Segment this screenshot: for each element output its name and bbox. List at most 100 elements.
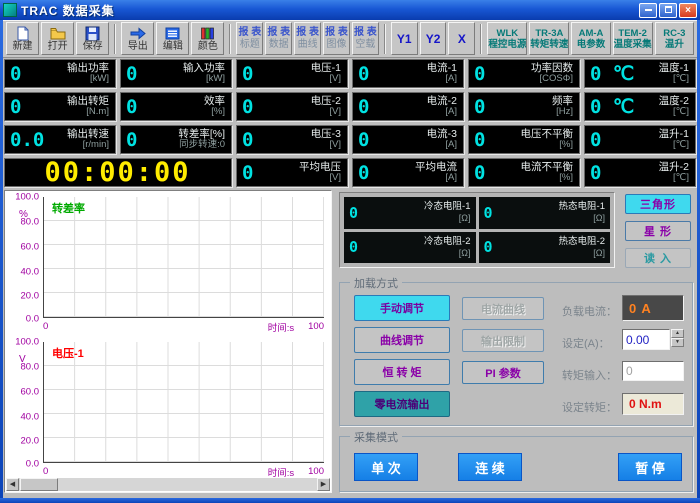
meter-label: 热态电阻-1 [559, 202, 605, 213]
chart-horizontal-scrollbar[interactable]: ◀ ▶ [6, 478, 330, 491]
report-curve-button[interactable]: 报 表 曲线 [294, 22, 321, 55]
close-button[interactable]: × [679, 3, 697, 18]
save-icon [85, 26, 100, 41]
meter-unit: [N.m] [67, 107, 109, 118]
meter-value: 0 [590, 129, 601, 151]
delta-button[interactable]: 三角形 [625, 194, 691, 214]
torque-input-field[interactable] [622, 361, 684, 381]
axis-y2-button[interactable]: Y2 [420, 22, 447, 55]
group-title: 采集模式 [350, 429, 402, 445]
spinner-down-icon[interactable]: ▼ [671, 338, 684, 347]
meter-output-torque: 0输出转矩[N.m] [4, 92, 116, 121]
meter-value: 0 [484, 204, 493, 222]
device-power-button[interactable]: WLK 程控电源 [487, 22, 527, 55]
save-button[interactable]: 保存 [76, 22, 109, 55]
scrollbar-thumb[interactable] [20, 478, 58, 491]
export-icon [130, 26, 146, 41]
device-torque-button[interactable]: TR-3A 转矩转速 [529, 22, 569, 55]
axis-x-button[interactable]: X [448, 22, 475, 55]
meter-value: 0 [242, 96, 253, 118]
y-tick: 100.0 [15, 192, 39, 203]
meter-value: 0 [349, 238, 358, 256]
axis-y1-button[interactable]: Y1 [391, 22, 418, 55]
title-bar: TRAC 数据采集 × [0, 0, 700, 20]
report-button-top: 报 表 [267, 27, 290, 39]
toolbar-label: 导出 [128, 41, 148, 52]
toolbar-separator [384, 24, 386, 54]
meter-unit: [%] [521, 173, 574, 184]
device-button-sub: 程控电源 [488, 39, 526, 50]
meter-unit: [℃] [659, 173, 689, 184]
export-button[interactable]: 导出 [121, 22, 154, 55]
output-limit-button[interactable]: 输出限制 [462, 329, 544, 352]
zero-current-output-button[interactable]: 零电流输出 [354, 391, 450, 417]
device-temp-button[interactable]: TEM-2 温度采集 [613, 22, 653, 55]
meter-value: 0 [590, 162, 601, 184]
open-button[interactable]: 打开 [41, 22, 74, 55]
constant-torque-button[interactable]: 恒 转 矩 [354, 359, 450, 385]
scroll-left-icon[interactable]: ◀ [6, 478, 19, 491]
new-button[interactable]: 新建 [6, 22, 39, 55]
scroll-right-icon[interactable]: ▶ [317, 478, 330, 491]
report-button-sub: 空载 [355, 39, 375, 51]
device-button-top: WLK [497, 28, 519, 39]
read-in-button[interactable]: 读 入 [625, 248, 691, 268]
report-data-button[interactable]: 报 表 数据 [265, 22, 292, 55]
report-button-sub: 数据 [269, 39, 289, 51]
plot-area: 电压-1 [43, 342, 324, 463]
meter-value: 0 [242, 63, 253, 85]
meter-value: 0 ℃ [590, 96, 634, 118]
minimize-button[interactable] [639, 3, 657, 18]
plot-area: 转差率 [43, 197, 324, 318]
set-current-spinner[interactable]: ▲ ▼ [671, 329, 684, 347]
set-current-label: 设定(A)： [562, 335, 610, 351]
x-axis-title: 时间:s [268, 320, 294, 334]
meter-cold-resistance-2: 0冷态电阻-2[Ω] [344, 232, 476, 264]
meter-value: 0 [349, 204, 358, 222]
app-window: TRAC 数据采集 × 新建 打开 保存 导出 编辑 [0, 0, 700, 503]
meter-unit: 同步转速:0 [178, 140, 225, 151]
axis-label: Y2 [426, 32, 441, 46]
single-capture-button[interactable]: 单 次 [354, 453, 418, 481]
pi-parameter-button[interactable]: PI 参数 [462, 361, 544, 384]
report-title-button[interactable]: 报 表 标题 [236, 22, 263, 55]
meter-current-2: 0电流-2[A] [352, 92, 464, 121]
x-tick: 0 [43, 466, 48, 477]
edit-button[interactable]: 编辑 [156, 22, 189, 55]
meter-current-1: 0电流-1[A] [352, 59, 464, 88]
meter-unit: [V] [299, 173, 341, 184]
open-folder-icon [50, 26, 66, 41]
spinner-up-icon[interactable]: ▲ [671, 329, 684, 338]
manual-adjust-button[interactable]: 手动调节 [354, 295, 450, 321]
toolbar-label: 打开 [48, 41, 68, 52]
set-current-input[interactable] [622, 329, 670, 350]
meter-voltage-unbalance: 0电压不平衡[%] [468, 125, 580, 154]
x-tick: 0 [43, 321, 48, 332]
device-rise-button[interactable]: RC-3 温升 [655, 22, 694, 55]
toolbar-separator [480, 24, 482, 54]
restore-button[interactable] [659, 3, 677, 18]
curve-adjust-button[interactable]: 曲线调节 [354, 327, 450, 353]
meter-unit: [℃] [659, 107, 689, 118]
meter-unit: [%] [204, 107, 225, 118]
right-panel: 0冷态电阻-1[Ω] 0热态电阻-1[Ω] 0冷态电阻-2[Ω] 0热态电阻-2… [337, 190, 694, 495]
capture-mode-group: 采集模式 单 次 连 续 暂 停 [339, 436, 693, 492]
x-axis-title: 时间:s [268, 465, 294, 479]
report-button-sub: 曲线 [298, 39, 318, 51]
current-curve-button[interactable]: 电流曲线 [462, 297, 544, 320]
report-noload-button[interactable]: 报 表 空载 [352, 22, 379, 55]
device-button-sub: 温度采集 [614, 39, 652, 50]
device-button-top: AM-A [579, 28, 604, 39]
continuous-capture-button[interactable]: 连 续 [458, 453, 522, 481]
color-button[interactable]: 颜色 [191, 22, 224, 55]
report-image-button[interactable]: 报 表 图像 [323, 22, 350, 55]
pause-capture-button[interactable]: 暂 停 [618, 453, 682, 481]
meter-hot-resistance-2: 0热态电阻-2[Ω] [479, 232, 611, 264]
star-button[interactable]: 星 形 [625, 221, 691, 241]
device-eparam-button[interactable]: AM-A 电参数 [571, 22, 610, 55]
meter-temperature-2: 0 ℃温度-2[℃] [584, 92, 696, 121]
series-label: 转差率 [52, 200, 85, 216]
meter-grid: 0输出功率[kW] 0输入功率[kW] 0电压-1[V] 0电流-1[A] 0功… [4, 59, 696, 187]
load-current-label: 负载电流： [562, 303, 617, 319]
x-tick: 100 [308, 466, 324, 477]
